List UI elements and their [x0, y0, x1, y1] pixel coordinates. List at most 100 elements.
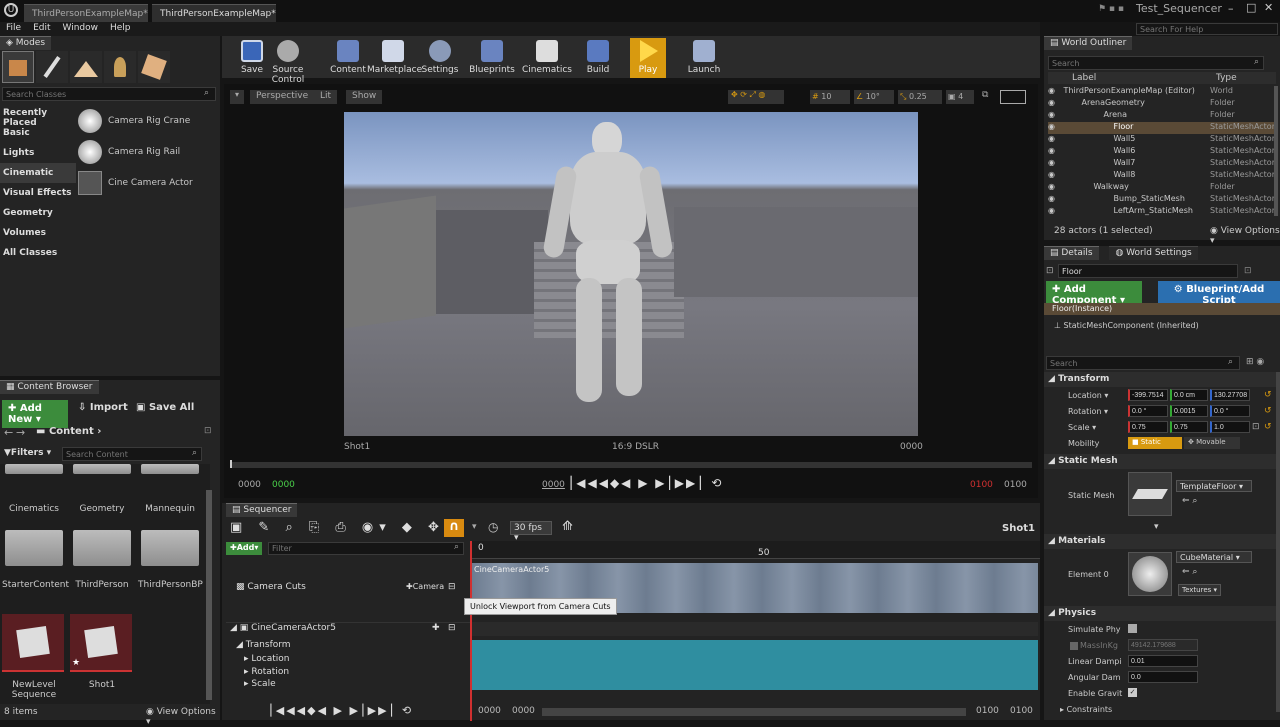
- outliner-search-input[interactable]: [1048, 56, 1264, 70]
- asset-new-level-sequence[interactable]: NewLevel Sequence: [2, 614, 66, 700]
- material-thumbnail[interactable]: [1128, 552, 1172, 596]
- location-label[interactable]: Location ▾: [1068, 391, 1108, 400]
- actor-options-icon[interactable]: ⊟: [448, 623, 456, 633]
- material-dropdown[interactable]: CubeMaterial ▾: [1176, 551, 1252, 563]
- world-settings-tab[interactable]: ◍ World Settings: [1109, 246, 1198, 260]
- search-content-input[interactable]: [62, 447, 202, 461]
- scale-track[interactable]: ▸ Scale: [226, 679, 470, 691]
- lock-icon[interactable]: ⊡: [204, 426, 212, 436]
- folder-starter-content[interactable]: StarterContent: [2, 530, 69, 590]
- category-all-classes[interactable]: All Classes: [0, 243, 76, 263]
- instance-row[interactable]: Floor(Instance): [1044, 303, 1280, 315]
- show-button[interactable]: Show: [346, 90, 383, 104]
- eye-icon[interactable]: ◉: [1048, 122, 1058, 131]
- static-mesh-section-header[interactable]: ◢ Static Mesh: [1044, 454, 1280, 469]
- outliner-row[interactable]: ◉ Walkway Folder: [1048, 182, 1276, 194]
- import-button[interactable]: ⇩ Import: [78, 402, 128, 413]
- sequencer-filter-input[interactable]: [268, 542, 464, 555]
- eye-icon[interactable]: ◉: [1048, 110, 1058, 119]
- snap-dropdown-icon[interactable]: ▾: [472, 522, 477, 532]
- outliner-row[interactable]: ◉ ArenaGeometry Folder: [1048, 98, 1276, 110]
- folder-third-person[interactable]: ThirdPerson: [70, 530, 134, 590]
- history-forward-icon[interactable]: →: [16, 426, 25, 439]
- grid-snap-toggle[interactable]: # 10: [810, 90, 850, 104]
- toolbar-build-button[interactable]: Build: [572, 38, 624, 78]
- mesh-browse-icons[interactable]: ⇐ ⌕: [1182, 496, 1197, 506]
- lit-button[interactable]: Lit: [314, 90, 338, 104]
- location-y-field[interactable]: [1170, 389, 1208, 401]
- sequencer-transport[interactable]: ⎮◀◀◀◆◀ ▶ ▶⎮▶▶⎮ ⟲: [268, 704, 413, 717]
- outliner-row[interactable]: ◉ ThirdPersonExampleMap (Editor) World: [1048, 86, 1276, 98]
- menu-edit[interactable]: Edit: [27, 22, 56, 34]
- scale-label[interactable]: Scale ▾: [1068, 423, 1096, 432]
- category-geometry[interactable]: Geometry: [0, 203, 76, 223]
- snap-toggle[interactable]: ∩: [444, 519, 464, 537]
- location-x-field[interactable]: [1128, 389, 1168, 401]
- outliner-view-options-button[interactable]: ◉ View Options ▾: [1210, 226, 1280, 246]
- mass-field[interactable]: [1128, 639, 1198, 651]
- toolbar-marketplace-button[interactable]: Marketplace: [367, 38, 422, 78]
- mass-checkbox[interactable]: [1070, 642, 1078, 650]
- level-viewport[interactable]: ▾ Perspective Lit Show ✥ ⟳ ⤢ ◍ # 10 ∠ 10…: [224, 84, 1038, 498]
- minimize-button[interactable]: –: [1228, 2, 1234, 15]
- help-search-input[interactable]: [1136, 23, 1278, 35]
- class-item-camera-rig-rail[interactable]: Camera Rig Rail: [78, 136, 218, 167]
- mobility-static-toggle[interactable]: ■ Static: [1128, 437, 1182, 449]
- seq-horizontal-scrollbar[interactable]: [542, 708, 966, 716]
- outliner-row[interactable]: ◉ Wall8 StaticMeshActor: [1048, 170, 1276, 182]
- eye-icon[interactable]: ◉: [1048, 170, 1058, 179]
- toolbar-settings-button[interactable]: Settings: [414, 38, 466, 78]
- col-label-header[interactable]: Label: [1072, 73, 1096, 83]
- eye-icon[interactable]: ◉: [1048, 194, 1058, 203]
- category-recently-placed[interactable]: Recently Placed: [0, 103, 76, 128]
- content-browser-tab[interactable]: ▦ Content Browser: [0, 380, 99, 394]
- sequencer-tab[interactable]: ▤ Sequencer: [226, 503, 298, 517]
- category-visual-effects[interactable]: Visual Effects: [0, 183, 76, 203]
- menu-file[interactable]: File: [0, 22, 27, 34]
- category-volumes[interactable]: Volumes: [0, 223, 76, 243]
- outliner-row[interactable]: ◉ Wall6 StaticMeshActor: [1048, 146, 1276, 158]
- outliner-scrollbar[interactable]: [1274, 86, 1278, 216]
- linear-damping-field[interactable]: [1128, 655, 1198, 667]
- doc-tab-2[interactable]: ThirdPersonExampleMap*: [152, 4, 276, 22]
- search-classes-input[interactable]: [2, 87, 216, 101]
- camera-cuts-track[interactable]: ▩ Camera Cuts ✚Camera ⊟: [226, 582, 470, 596]
- category-lights[interactable]: Lights: [0, 143, 76, 163]
- angular-damping-field[interactable]: [1128, 671, 1198, 683]
- notification-icons[interactable]: ⚑ ▪ ▪: [1098, 4, 1124, 14]
- toolbar-launch-button[interactable]: Launch: [678, 38, 730, 78]
- filters-button[interactable]: ▼Filters ▾: [4, 448, 51, 458]
- eye-icon[interactable]: ◉: [1048, 182, 1058, 191]
- details-tab[interactable]: ▤ Details: [1044, 246, 1099, 260]
- scale-x-field[interactable]: [1128, 421, 1168, 433]
- layout-icon[interactable]: [1000, 90, 1026, 104]
- eye-icon[interactable]: ◉: [1048, 86, 1058, 95]
- asset-shot1[interactable]: ★ Shot1: [70, 614, 134, 690]
- add-track-icon[interactable]: ✚: [432, 623, 440, 633]
- close-button[interactable]: ✕: [1264, 1, 1273, 14]
- category-cinematic[interactable]: Cinematic: [0, 163, 76, 183]
- folder-path[interactable]: ▬ Content ›: [36, 426, 101, 437]
- eye-icon[interactable]: ◉: [1048, 146, 1058, 155]
- outliner-row[interactable]: ◉ LeftArm_StaticMesh StaticMeshActor: [1048, 206, 1276, 218]
- curve-editor-icon[interactable]: ⟰: [562, 519, 573, 534]
- time-ruler[interactable]: 0 50: [470, 541, 1040, 721]
- history-back-icon[interactable]: ←: [4, 426, 13, 439]
- content-view-options-button[interactable]: ◉ View Options ▾: [146, 707, 220, 727]
- material-browse-icons[interactable]: ⇐ ⌕: [1182, 567, 1197, 577]
- paint-mode-icon[interactable]: [36, 51, 68, 83]
- reset-scale-icon[interactable]: ↺: [1264, 422, 1272, 432]
- add-new-button[interactable]: ✚ Add New ▾: [2, 400, 68, 428]
- sequencer-toolbar[interactable]: ▣ ✎ ⌕ ⎘ ⎙ ◉▾ ◆ ✥▾: [230, 520, 457, 535]
- folder-cinematics[interactable]: Cinematics: [2, 464, 66, 514]
- transform-tools[interactable]: ✥ ⟳ ⤢ ◍: [728, 90, 784, 104]
- viewport-options-button[interactable]: ▾: [230, 90, 244, 104]
- rotation-y-field[interactable]: [1170, 405, 1208, 417]
- mobility-movable-toggle[interactable]: ✥ Movable: [1184, 437, 1240, 449]
- rotation-track[interactable]: ▸ Rotation: [226, 667, 470, 679]
- rotation-x-field[interactable]: [1128, 405, 1168, 417]
- transform-section[interactable]: [472, 640, 1038, 690]
- foliage-mode-icon[interactable]: [104, 51, 136, 83]
- eye-icon[interactable]: ◉: [1048, 206, 1058, 215]
- toolbar-cinematics-button[interactable]: Cinematics: [521, 38, 573, 78]
